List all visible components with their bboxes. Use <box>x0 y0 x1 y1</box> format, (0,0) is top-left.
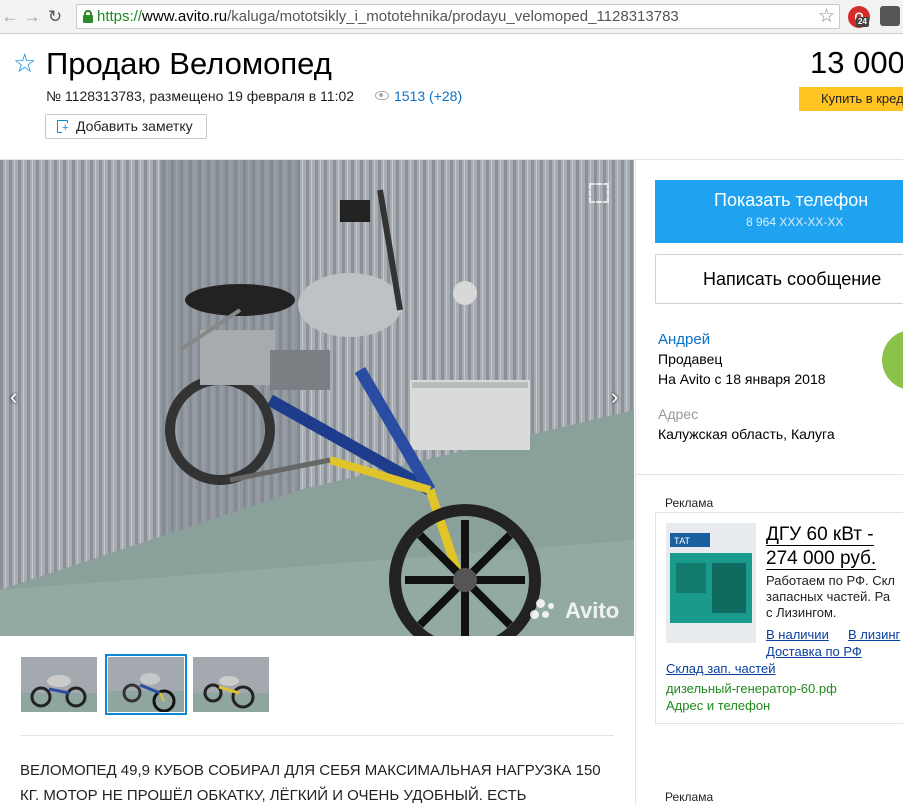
ad-text: Работаем по РФ. Скл запасных частей. Ра … <box>766 573 895 620</box>
favorite-star-icon[interactable]: ☆ <box>13 48 36 78</box>
listing-price: 13 000 <box>810 45 903 80</box>
expand-icon[interactable] <box>589 183 609 203</box>
show-phone-label: Показать телефон <box>714 190 869 210</box>
divider <box>635 160 636 804</box>
photo-thumbnail[interactable] <box>193 657 269 712</box>
ad-label: Реклама <box>665 496 714 510</box>
write-message-button[interactable]: Написать сообщение <box>655 254 903 304</box>
url-text[interactable]: https://www.avito.ru/kaluga/mototsikly_i… <box>97 8 679 25</box>
show-phone-button[interactable]: Показать телефон 8 964 XXX-XX-XX <box>655 180 903 243</box>
svg-text:ТАТ: ТАТ <box>674 536 690 546</box>
note-add-icon <box>57 120 69 134</box>
lock-icon <box>83 10 93 23</box>
extension-badge: 24 <box>856 17 869 27</box>
ad-link-in-stock[interactable]: В наличии <box>766 627 829 642</box>
prev-photo-arrow-icon[interactable]: ‹ <box>10 384 17 410</box>
divider <box>636 474 903 475</box>
extension-icon-2[interactable] <box>880 6 900 26</box>
seller-avatar[interactable] <box>882 330 903 390</box>
ad-title-link[interactable]: ДГУ 60 кВт -274 000 руб. <box>766 523 903 571</box>
forward-icon[interactable]: → <box>22 7 42 27</box>
browser-toolbar: ← → ↻ https://www.avito.ru/kaluga/motots… <box>0 0 903 34</box>
listing-meta: № 1128313783, размещено 19 февраля в 11:… <box>46 88 355 104</box>
listing-title: Продаю Веломопед <box>46 46 332 81</box>
ad-link-delivery[interactable]: Доставка по РФ <box>766 644 862 659</box>
seller-name-link[interactable]: Андрей <box>658 331 710 348</box>
address-bar[interactable]: https://www.avito.ru/kaluga/mototsikly_i… <box>76 4 840 29</box>
reload-icon[interactable]: ↻ <box>45 7 65 27</box>
views-count[interactable]: 1513 (+28) <box>394 88 462 104</box>
ad-link-leasing[interactable]: В лизинг <box>848 627 900 642</box>
photo-thumbnail[interactable] <box>105 654 187 715</box>
add-note-label: Добавить заметку <box>76 118 193 134</box>
ad-link-parts[interactable]: Склад зап. частей <box>666 661 776 676</box>
seller-role: Продавец <box>658 351 723 367</box>
address-value: Калужская область, Калуга <box>658 426 835 442</box>
main-photo[interactable] <box>0 160 634 636</box>
buy-on-credit-button[interactable]: Купить в кредит <box>799 87 903 111</box>
ad-label: Реклама <box>665 790 714 804</box>
ad-image[interactable]: ТАТ <box>666 523 756 643</box>
divider <box>20 735 614 736</box>
address-label: Адрес <box>658 406 699 422</box>
listing-description: ВЕЛОМОПЕД 49,9 КУБОВ СОБИРАЛ ДЛЯ СЕБЯ МА… <box>20 762 601 804</box>
next-photo-arrow-icon[interactable]: › <box>611 384 618 410</box>
ad-domain[interactable]: дизельный-генератор-60.рф <box>666 681 837 696</box>
add-note-button[interactable]: Добавить заметку <box>45 114 207 139</box>
eye-icon <box>375 91 389 100</box>
avito-watermark: Avito <box>565 598 620 623</box>
avito-logo-icon <box>530 599 558 623</box>
photo-thumbnail[interactable] <box>21 657 97 712</box>
back-icon[interactable]: ← <box>0 7 20 27</box>
bookmark-star-icon[interactable]: ☆ <box>818 5 835 28</box>
extension-icon[interactable]: Q24 <box>848 6 870 28</box>
phone-masked: 8 964 XXX-XX-XX <box>746 215 844 229</box>
seller-since: На Avito с 18 января 2018 <box>658 371 826 387</box>
ad-contact-link[interactable]: Адрес и телефон <box>666 698 770 713</box>
